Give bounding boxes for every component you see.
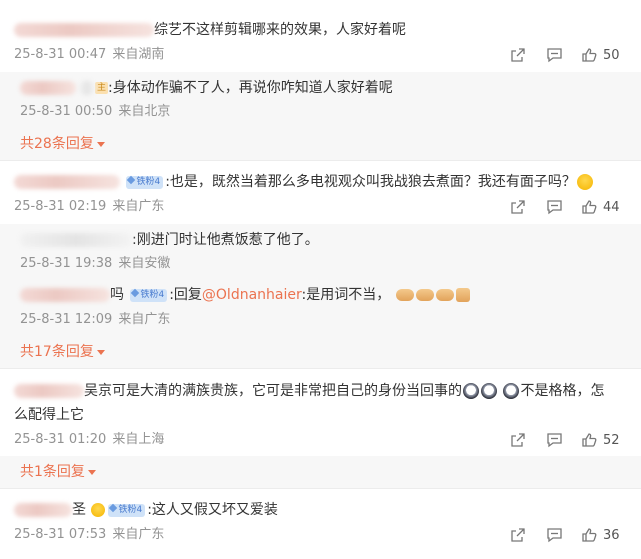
comment-text: 吴京可是大清的满族贵族，它可是非常把自己的身份当回事的 [84,383,462,399]
thumbs-up-icon [582,433,597,447]
crying-face-emoji-icon [481,383,497,399]
handshake-emoji-icon [435,289,454,301]
reply-block-3 [0,456,641,488]
username-redacted[interactable] [20,233,132,247]
comment-date: 25-8-31 00:47 [14,47,107,62]
comment-icon[interactable] [546,47,563,63]
more-replies-link[interactable]: 共1条回复 [20,462,96,482]
diamond-icon [127,175,136,185]
comment-4-text-row: 圣 铁粉4:这人又假又坏又爱装 [14,500,278,520]
username-redacted[interactable] [14,23,154,37]
like-button[interactable]: 50 [581,47,620,63]
reply-text-row: :刚进门时让他煮饭惹了他了。 [20,230,319,250]
crying-face-emoji-icon [463,383,479,399]
comment-location: 来自湖南 [112,47,165,62]
caret-down-icon [96,141,105,147]
handshake-emoji-icon [415,289,434,301]
divider [0,488,641,489]
comment-text: 综艺不这样剪辑哪来的效果，人家好着呢 [154,22,406,38]
reply-location: 来自北京 [118,104,171,119]
comment-meta: 25-8-31 00:47 来自湖南 [14,46,164,64]
username-redacted[interactable] [14,384,84,398]
comment-icon[interactable] [546,199,563,215]
username-tail[interactable]: 圣 [72,502,86,518]
reply-date: 25-8-31 19:38 [20,256,113,271]
reply-text: :刚进门时让他煮饭惹了他了。 [132,232,319,248]
like-count: 50 [603,47,620,63]
divider [0,368,641,369]
comment-text: :这人又假又坏又爱装 [147,502,278,518]
comment-meta: 25-8-31 07:53 来自广东 [14,526,164,544]
reply-meta: 25-8-31 19:38 来自安徽 [20,255,170,273]
comment-location: 来自广东 [112,199,165,214]
like-count: 36 [603,527,620,543]
comment-icon[interactable] [546,432,563,448]
mention-link[interactable]: @Oldnanhaier [202,287,302,303]
laughing-emoji-icon [576,174,593,190]
comment-meta: 25-8-31 01:20 来自上海 [14,431,164,449]
thumbs-up-icon [582,200,597,214]
reply-text-row: 主:身体动作骗不了人，再说你咋知道人家好着呢 [20,78,393,98]
comment-date: 25-8-31 02:19 [14,199,107,214]
like-button[interactable]: 52 [581,432,620,448]
like-count: 52 [603,432,620,448]
username-tail[interactable]: 吗 [110,287,124,303]
comment-3-text-line-1: 吴京可是大清的满族贵族，它可是非常把自己的身份当回事的 不是格格，怎 [14,381,604,401]
comment-meta: 25-8-31 02:19 来自广东 [14,198,164,216]
comment-actions: 52 [510,430,620,450]
reply-text: :身体动作骗不了人，再说你咋知道人家好着呢 [108,80,393,96]
caret-down-icon [96,349,105,355]
reply-text: :是用词不当， [301,287,391,303]
comment-icon[interactable] [546,527,563,543]
comment-location: 来自广东 [112,527,165,542]
thumbs-up-icon [582,48,597,62]
comment-text: :也是，既然当着那么多电视观众叫我战狼去煮面？我还有面子吗？ [165,174,576,190]
handshake-emoji-icon [395,289,414,301]
reply-meta: 25-8-31 00:50 来自北京 [20,103,170,121]
comment-date: 25-8-31 07:53 [14,527,107,542]
more-replies-link[interactable]: 共28条回复 [20,134,105,154]
username-redacted[interactable] [14,503,72,517]
username-redacted[interactable] [14,175,120,189]
divider [0,160,641,161]
like-button[interactable]: 36 [581,527,620,543]
thumbs-up-icon [582,528,597,542]
comment-actions: 36 [510,525,620,545]
reply-location: 来自安徽 [118,256,171,271]
reply-date: 25-8-31 12:09 [20,312,113,327]
clapping-emoji-icon [455,288,470,302]
share-icon[interactable] [510,199,526,215]
comment-1-text-row: 综艺不这样剪辑哪来的效果，人家好着呢 [14,20,406,40]
fan-badge[interactable]: 铁粉4 [130,288,168,302]
fan-badge[interactable]: 铁粉4 [126,175,164,189]
crown-badge-icon [91,503,106,517]
share-icon[interactable] [510,47,526,63]
share-icon[interactable] [510,527,526,543]
reply-date: 25-8-31 00:50 [20,104,113,119]
comment-date: 25-8-31 01:20 [14,432,107,447]
like-button[interactable]: 44 [581,199,620,215]
diamond-icon [109,503,118,513]
share-icon[interactable] [510,432,526,448]
caret-down-icon [87,469,96,475]
reply-text-row: 吗 铁粉4:回复@Oldnanhaier:是用词不当， [20,285,471,305]
username-redacted[interactable] [20,81,76,95]
comment-location: 来自上海 [112,432,165,447]
comment-actions: 44 [510,197,620,217]
fan-tag: 主 [95,82,109,94]
fan-badge[interactable]: 铁粉4 [108,503,146,517]
diamond-icon [131,288,140,298]
username-redacted[interactable] [20,288,110,302]
reply-location: 来自广东 [118,312,171,327]
comment-2-text-row: 铁粉4:也是，既然当着那么多电视观众叫我战狼去煮面？我还有面子吗？ [14,172,594,192]
crying-face-emoji-icon [503,383,520,399]
more-replies-link[interactable]: 共17条回复 [20,342,105,362]
comment-actions: 50 [510,45,620,65]
like-count: 44 [603,199,620,215]
reply-meta: 25-8-31 12:09 来自广东 [20,311,170,329]
comment-3-text-line-2: 么配得上它 [14,407,84,423]
